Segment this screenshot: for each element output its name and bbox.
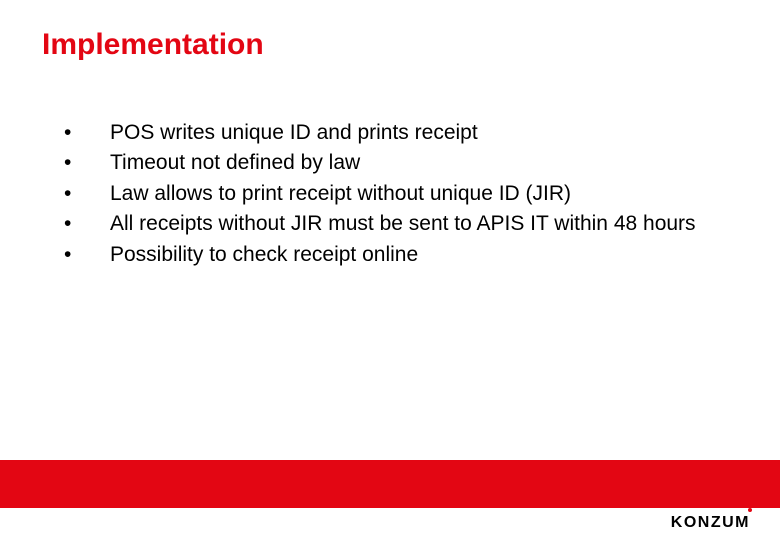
bullet-icon: • <box>64 179 110 209</box>
slide-title: Implementation <box>42 28 264 62</box>
list-item: • Possibility to check receipt online <box>64 240 704 270</box>
list-item-text: POS writes unique ID and prints receipt <box>110 118 704 148</box>
slide: Implementation • POS writes unique ID an… <box>0 0 780 540</box>
brand-logo-text: KONZUM <box>671 514 750 531</box>
bullet-list: • POS writes unique ID and prints receip… <box>64 118 704 270</box>
list-item: • Timeout not defined by law <box>64 148 704 178</box>
list-item-text: Possibility to check receipt online <box>110 240 704 270</box>
list-item-text: Timeout not defined by law <box>110 148 704 178</box>
list-item-text: Law allows to print receipt without uniq… <box>110 179 704 209</box>
list-item: • All receipts without JIR must be sent … <box>64 209 704 239</box>
bullet-icon: • <box>64 148 110 178</box>
bullet-icon: • <box>64 118 110 148</box>
list-item: • Law allows to print receipt without un… <box>64 179 704 209</box>
brand-logo: KONZUM <box>671 514 750 532</box>
list-item: • POS writes unique ID and prints receip… <box>64 118 704 148</box>
brand-logo-dot-icon <box>748 508 752 512</box>
bullet-icon: • <box>64 240 110 270</box>
bullet-icon: • <box>64 209 110 239</box>
footer-accent-bar <box>0 460 780 508</box>
list-item-text: All receipts without JIR must be sent to… <box>110 209 704 239</box>
